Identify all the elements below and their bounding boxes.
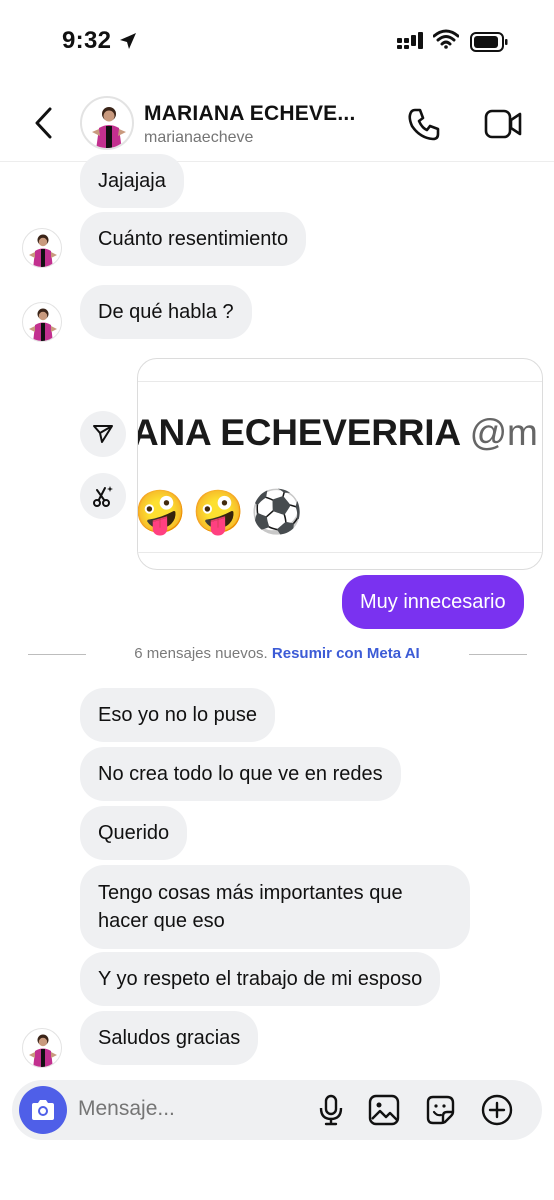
video-camera-icon[interactable] [484,108,524,140]
new-messages-divider: 6 mensajes nuevos. Resumir con Meta AI [134,645,420,662]
cellular-signal-icon [397,32,423,49]
wifi-icon [433,29,459,49]
incoming-message[interactable]: Eso yo no lo puse [80,688,275,742]
phone-icon[interactable] [406,106,442,142]
battery-icon [470,32,508,52]
share-button[interactable] [80,411,126,457]
gallery-icon[interactable] [368,1094,400,1126]
outgoing-message[interactable]: Muy innecesario [342,575,524,629]
chat-header: MARIANA ECHEVE... marianaecheve [0,84,554,162]
incoming-message[interactable]: De qué habla ? [80,285,252,339]
incoming-message[interactable]: No crea todo lo que ve en redes [80,747,401,801]
incoming-message[interactable]: Y yo respeto el trabajo de mi esposo [80,952,441,1006]
sender-avatar[interactable] [22,228,62,268]
scissors-sparkle-icon [93,486,113,507]
sender-avatar[interactable] [22,1028,62,1068]
message-composer [12,1080,542,1140]
camera-button[interactable] [19,1086,67,1134]
shared-post-card[interactable]: ANA ECHEVERRIA @m 🤪🤪⚽ [137,358,543,570]
location-arrow-icon [120,33,136,49]
camera-icon [32,1100,54,1120]
status-bar: 9:32 [0,0,554,84]
status-time: 9:32 [62,27,112,54]
send-icon [93,425,113,443]
summarize-meta-ai-link[interactable]: Resumir con Meta AI [272,645,420,662]
remix-button[interactable] [80,473,126,519]
contact-handle[interactable]: marianaecheve [144,129,253,147]
incoming-message[interactable]: Cuánto resentimiento [80,212,307,266]
message-input[interactable] [78,1097,298,1121]
shared-post-emoji: 🤪🤪⚽ [137,488,309,535]
incoming-message[interactable]: Querido [80,806,188,860]
back-chevron-icon[interactable] [32,106,56,140]
incoming-message[interactable]: Tengo cosas más importantes que hacer qu… [80,865,470,949]
sticker-icon[interactable] [424,1094,456,1126]
shared-post-image: ANA ECHEVERRIA @m 🤪🤪⚽ [137,381,542,553]
sender-avatar[interactable] [22,302,62,342]
incoming-message[interactable]: Jajajaja [80,154,184,208]
contact-name[interactable]: MARIANA ECHEVE... [144,102,355,126]
plus-icon[interactable] [480,1094,514,1128]
incoming-message[interactable]: Saludos gracias [80,1011,259,1065]
contact-avatar[interactable] [80,96,134,150]
shared-post-headline: ANA ECHEVERRIA @m [137,412,538,453]
microphone-icon[interactable] [318,1094,344,1126]
